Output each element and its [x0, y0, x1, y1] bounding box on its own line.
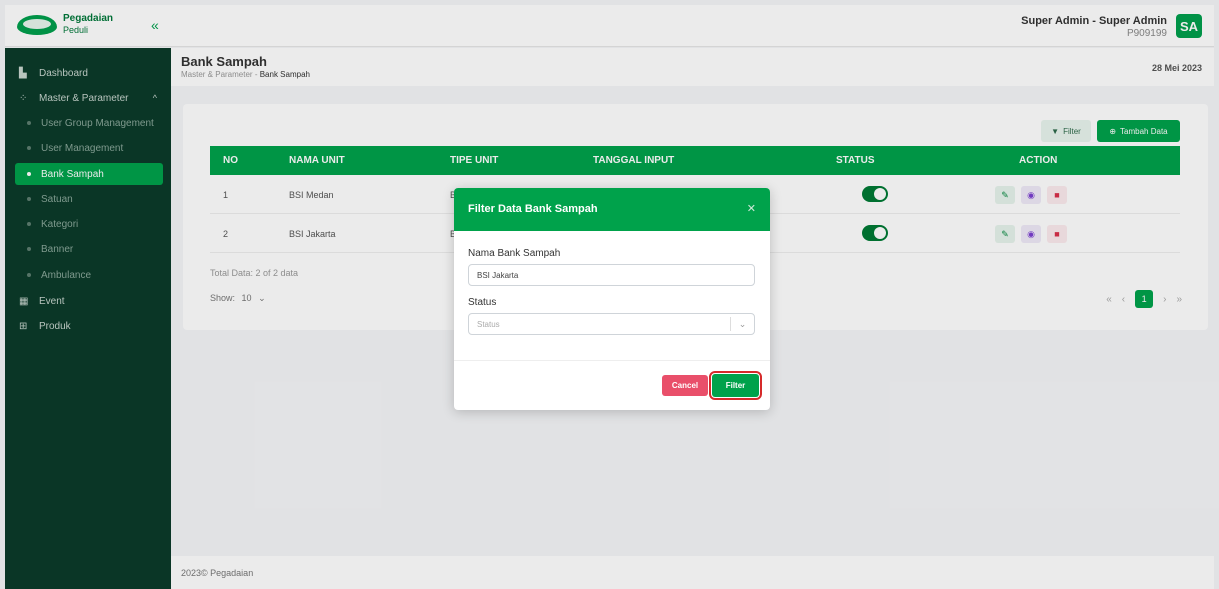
close-icon[interactable]: ✕: [747, 202, 756, 215]
status-field-label: Status: [468, 297, 497, 308]
modal-divider: [454, 360, 770, 361]
name-field-label: Nama Bank Sampah: [468, 248, 561, 259]
status-select[interactable]: Status ⌄: [468, 313, 755, 335]
chevron-down-icon: ⌄: [730, 317, 754, 331]
modal-title: Filter Data Bank Sampah: [468, 203, 598, 215]
status-select-placeholder: Status: [477, 319, 500, 329]
filter-modal: Filter Data Bank Sampah ✕ Nama Bank Samp…: [454, 188, 770, 410]
modal-header: Filter Data Bank Sampah ✕: [454, 188, 770, 231]
cancel-button[interactable]: Cancel: [662, 375, 708, 396]
apply-filter-button[interactable]: Filter: [709, 371, 762, 400]
bank-sampah-name-input[interactable]: BSI Jakarta: [468, 264, 755, 286]
